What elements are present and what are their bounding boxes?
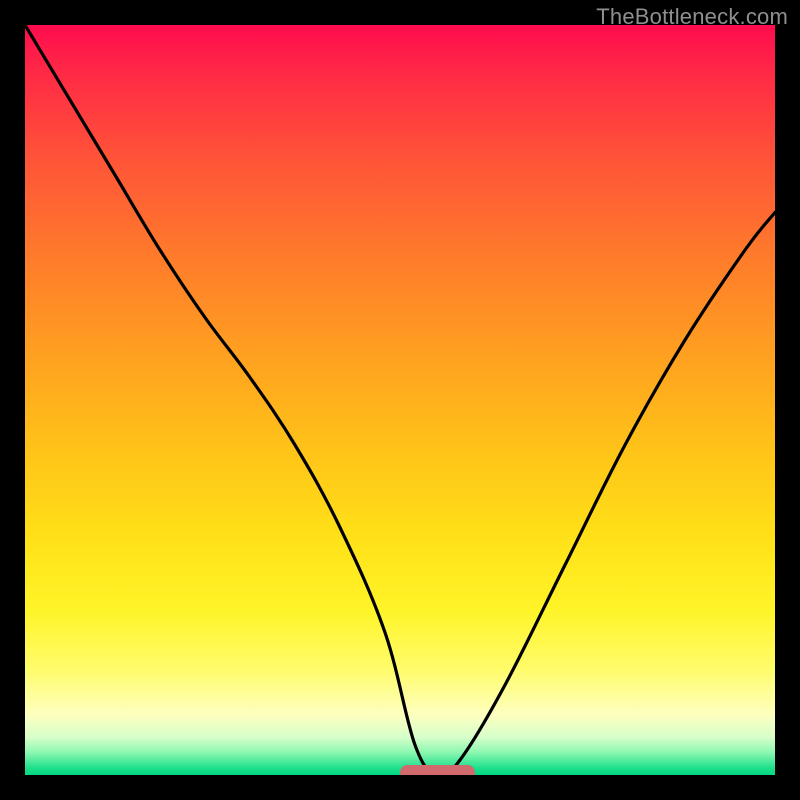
trough-marker: [400, 765, 475, 775]
bottleneck-curve: [25, 25, 775, 775]
chart-frame: TheBottleneck.com: [0, 0, 800, 800]
plot-area: [25, 25, 775, 775]
curve-svg: [25, 25, 775, 775]
